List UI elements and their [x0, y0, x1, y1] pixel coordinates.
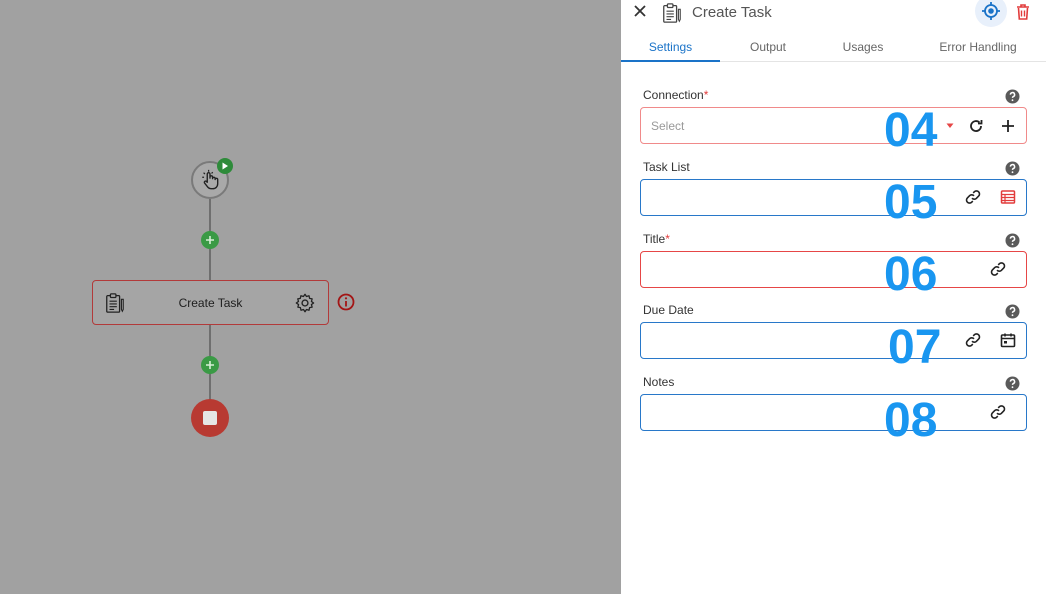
- task-list-label: Task List: [643, 160, 690, 174]
- create-task-node[interactable]: Create Task: [92, 280, 329, 325]
- locate-button[interactable]: [975, 0, 1007, 27]
- tab-error-handling[interactable]: Error Handling: [927, 36, 1029, 62]
- tab-output[interactable]: Output: [723, 36, 813, 62]
- title-field[interactable]: [640, 251, 1027, 288]
- due-date-label: Due Date: [643, 303, 694, 317]
- add-step-button[interactable]: [201, 356, 219, 374]
- panel-edge: [1046, 0, 1056, 594]
- annotation-marker: 05: [884, 176, 938, 229]
- settings-panel: Create Task Settings Output Usages Error…: [621, 0, 1046, 594]
- task-icon: [106, 293, 124, 313]
- locate-icon: [982, 2, 1000, 20]
- annotation-marker: 08: [884, 394, 938, 447]
- annotation-marker: 04: [884, 104, 938, 157]
- help-icon[interactable]: [1005, 304, 1020, 319]
- tab-usages[interactable]: Usages: [818, 36, 908, 62]
- notes-label: Notes: [643, 375, 675, 389]
- stop-icon: [203, 411, 217, 425]
- panel-title: Create Task: [692, 4, 772, 21]
- flow-canvas[interactable]: Create Task: [0, 0, 621, 594]
- connection-input[interactable]: [651, 116, 881, 136]
- task-list-field[interactable]: [640, 179, 1027, 216]
- node-label: Create Task: [178, 295, 243, 310]
- due-date-input[interactable]: [651, 331, 881, 351]
- end-node[interactable]: [191, 399, 229, 437]
- help-icon[interactable]: [1005, 233, 1020, 248]
- play-icon[interactable]: [217, 158, 233, 174]
- close-icon[interactable]: [632, 3, 648, 19]
- title-label: Title*: [643, 232, 670, 246]
- plus-icon: [206, 236, 214, 244]
- plus-icon[interactable]: [1001, 119, 1015, 133]
- panel-header: Create Task: [621, 0, 1046, 27]
- title-input[interactable]: [651, 260, 881, 280]
- annotation-marker: 06: [884, 248, 938, 301]
- delete-icon[interactable]: [1015, 3, 1031, 21]
- notes-input[interactable]: [651, 403, 881, 423]
- help-icon[interactable]: [1005, 161, 1020, 176]
- help-icon[interactable]: [1005, 376, 1020, 391]
- tab-settings[interactable]: Settings: [621, 36, 720, 62]
- table-icon[interactable]: [1000, 189, 1016, 205]
- calendar-icon[interactable]: [1000, 332, 1016, 348]
- due-date-field[interactable]: [640, 322, 1027, 359]
- annotation-marker: 07: [888, 321, 942, 374]
- info-icon[interactable]: [337, 293, 355, 311]
- connection-label: Connection*: [643, 88, 709, 102]
- refresh-icon[interactable]: [968, 118, 984, 134]
- task-icon: [663, 3, 681, 23]
- link-icon[interactable]: [965, 189, 981, 205]
- help-icon[interactable]: [1005, 89, 1020, 104]
- pointer-icon: [202, 169, 219, 190]
- link-icon[interactable]: [990, 261, 1006, 277]
- add-step-button[interactable]: [201, 231, 219, 249]
- notes-field[interactable]: [640, 394, 1027, 431]
- task-list-input[interactable]: [651, 188, 881, 208]
- gear-icon[interactable]: [294, 292, 316, 314]
- connection-select[interactable]: [640, 107, 1027, 144]
- link-icon[interactable]: [990, 404, 1006, 420]
- panel-tabs: Settings Output Usages Error Handling: [621, 36, 1046, 62]
- dropdown-arrow-icon[interactable]: [946, 123, 954, 129]
- link-icon[interactable]: [965, 332, 981, 348]
- plus-icon: [206, 361, 214, 369]
